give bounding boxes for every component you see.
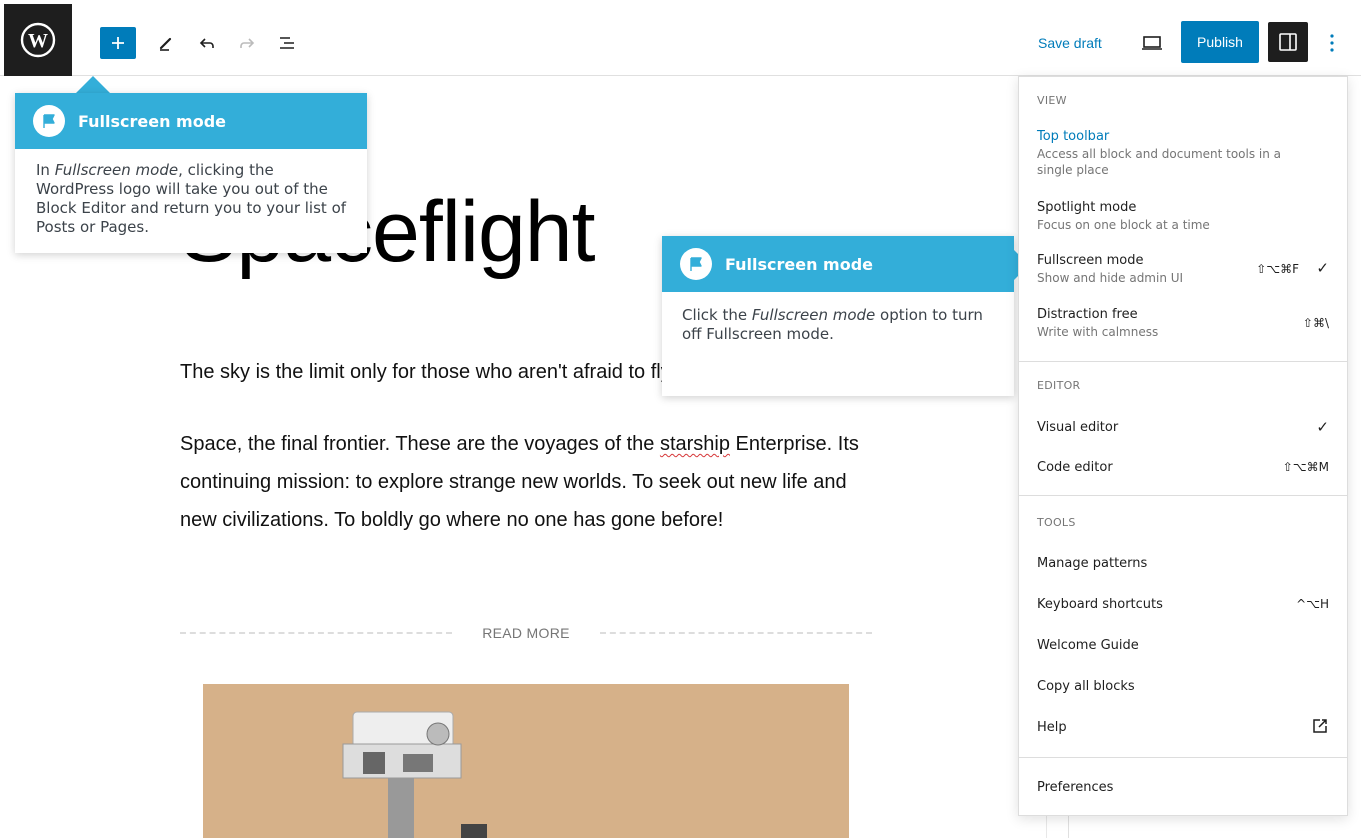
- image-block[interactable]: [203, 684, 849, 838]
- menu-item-description: Focus on one block at a time: [1037, 218, 1210, 232]
- plus-icon: [112, 37, 124, 49]
- redo-icon: [240, 38, 255, 48]
- rover-image: [203, 684, 849, 838]
- menu-item-code-editor[interactable]: Code editor ⇧⌥⌘M: [1019, 459, 1347, 477]
- preview-button[interactable]: [1136, 27, 1168, 59]
- more-vertical-icon: [1330, 34, 1334, 52]
- options-menu: VIEW Top toolbar Access all block and do…: [1018, 76, 1348, 816]
- menu-item-label: Help: [1037, 720, 1067, 735]
- pencil-icon: [159, 37, 172, 51]
- fullscreen-tooltip-logo: Fullscreen mode In Fullscreen mode, clic…: [15, 93, 367, 253]
- desktop-preview-icon: [1142, 36, 1162, 50]
- spellcheck-word: starship: [659, 433, 730, 455]
- tooltip-emphasis: Fullscreen mode: [751, 306, 876, 324]
- menu-item-label: Preferences: [1037, 780, 1114, 795]
- menu-item-welcome-guide[interactable]: Welcome Guide: [1019, 637, 1347, 655]
- menu-item-label: Distraction free: [1037, 307, 1138, 322]
- options-menu-button[interactable]: [1318, 27, 1346, 59]
- block-inserter-button[interactable]: [100, 27, 136, 59]
- tooltip-header: Fullscreen mode: [662, 236, 1014, 292]
- menu-item-label: Keyboard shortcuts: [1037, 597, 1163, 612]
- menu-item-fullscreen-mode[interactable]: Fullscreen mode Show and hide admin UI ⇧…: [1019, 252, 1347, 286]
- read-more-label: READ MORE: [482, 625, 570, 641]
- fullscreen-tooltip-menu: Fullscreen mode Click the Fullscreen mod…: [662, 236, 1014, 396]
- undo-icon: [199, 38, 214, 48]
- flag-icon: [680, 248, 712, 280]
- menu-item-spotlight-mode[interactable]: Spotlight mode Focus on one block at a t…: [1019, 199, 1347, 233]
- read-more-block[interactable]: READ MORE: [180, 622, 872, 644]
- menu-item-label: Visual editor: [1037, 420, 1119, 435]
- tooltip-title: Fullscreen mode: [78, 111, 227, 131]
- divider: [599, 632, 872, 634]
- menu-section-editor: EDITOR Visual editor ✓ Code editor ⇧⌥⌘M: [1019, 362, 1347, 496]
- paragraph-block[interactable]: Space, the final frontier. These are the…: [180, 425, 870, 539]
- menu-item-manage-patterns[interactable]: Manage patterns: [1019, 555, 1347, 573]
- wordpress-logo-button[interactable]: W: [4, 4, 72, 76]
- section-label: TOOLS: [1037, 516, 1076, 529]
- menu-item-description: Access all block and document tools in a…: [1037, 147, 1282, 177]
- settings-sidebar-button[interactable]: [1268, 22, 1308, 62]
- tooltip-emphasis: Fullscreen mode: [54, 161, 179, 179]
- menu-item-help[interactable]: Help: [1019, 719, 1347, 737]
- shortcut-text: ⇧⌥⌘F: [1256, 262, 1299, 276]
- check-icon: ✓: [1316, 418, 1329, 436]
- tooltip-arrow: [76, 76, 110, 93]
- menu-item-label: Manage patterns: [1037, 556, 1148, 571]
- wordpress-logo-icon: W: [20, 22, 56, 58]
- menu-section-preferences: Preferences: [1019, 758, 1347, 816]
- menu-item-top-toolbar[interactable]: Top toolbar Access all block and documen…: [1019, 128, 1347, 178]
- tooltip-text: In: [36, 161, 55, 179]
- tooltip-header: Fullscreen mode: [15, 93, 367, 149]
- shortcut-text: ⇧⌥⌘M: [1282, 460, 1329, 474]
- menu-item-description: Write with calmness: [1037, 325, 1159, 339]
- flag-icon: [33, 105, 65, 137]
- menu-item-preferences[interactable]: Preferences: [1019, 779, 1347, 797]
- menu-item-label: Copy all blocks: [1037, 679, 1135, 694]
- paragraph-text: Space, the final frontier. These are the…: [180, 433, 660, 455]
- shortcut-text: ⇧⌘\: [1302, 316, 1329, 330]
- section-label: VIEW: [1037, 94, 1067, 107]
- divider: [180, 632, 453, 634]
- redo-button[interactable]: [231, 27, 263, 59]
- external-link-icon: [1311, 717, 1329, 738]
- editor-top-toolbar: W Save draft Publish: [0, 0, 1361, 76]
- tooltip-text: Click the: [682, 306, 752, 324]
- undo-button[interactable]: [191, 27, 223, 59]
- shortcut-text: ^⌥H: [1296, 597, 1329, 611]
- document-overview-button[interactable]: [272, 27, 304, 59]
- menu-item-label: Welcome Guide: [1037, 638, 1139, 653]
- publish-button[interactable]: Publish: [1181, 21, 1259, 63]
- check-icon: ✓: [1316, 259, 1329, 277]
- section-label: EDITOR: [1037, 379, 1081, 392]
- menu-item-copy-all-blocks[interactable]: Copy all blocks: [1019, 678, 1347, 696]
- menu-section-tools: TOOLS Manage patterns Keyboard shortcuts…: [1019, 496, 1347, 758]
- menu-item-label: Spotlight mode: [1037, 200, 1137, 215]
- save-draft-button[interactable]: Save draft: [1030, 30, 1110, 56]
- menu-item-visual-editor[interactable]: Visual editor ✓: [1019, 418, 1347, 437]
- tooltip-body: Click the Fullscreen mode option to turn…: [662, 292, 1014, 344]
- menu-item-distraction-free[interactable]: Distraction free Write with calmness ⇧⌘\: [1019, 306, 1347, 340]
- sidebar-toggle-icon: [1279, 33, 1297, 51]
- menu-item-label: Top toolbar: [1037, 129, 1110, 144]
- svg-text:W: W: [28, 30, 48, 52]
- menu-item-keyboard-shortcuts[interactable]: Keyboard shortcuts ^⌥H: [1019, 596, 1347, 614]
- tooltip-body: In Fullscreen mode, clicking the WordPre…: [15, 149, 367, 237]
- tooltip-title: Fullscreen mode: [725, 254, 874, 274]
- menu-section-view: VIEW Top toolbar Access all block and do…: [1019, 77, 1347, 362]
- list-view-icon: [280, 37, 294, 49]
- tools-edit-button[interactable]: [150, 27, 182, 59]
